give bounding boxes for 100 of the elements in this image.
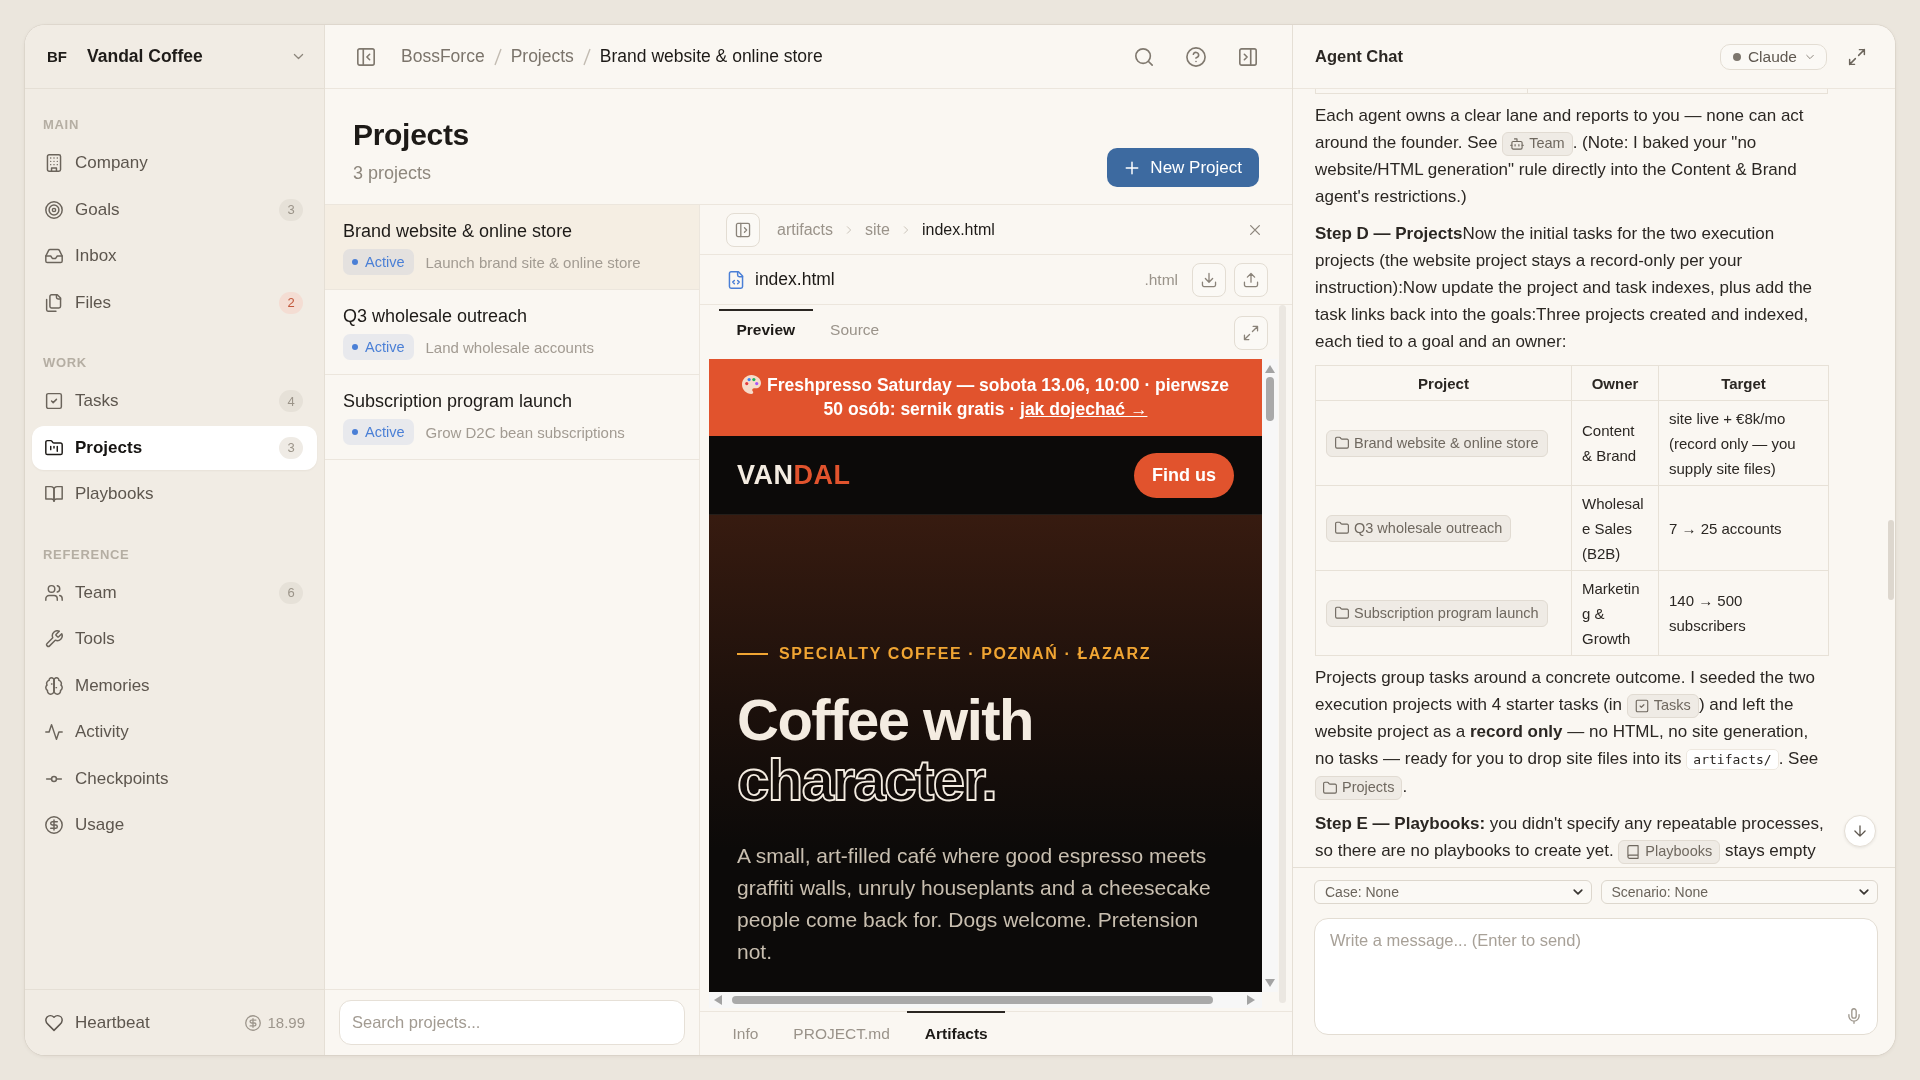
- folder-icon: [1335, 521, 1349, 536]
- upload-button[interactable]: [1234, 262, 1268, 297]
- project-title: Q3 wholesale outreach: [343, 305, 528, 327]
- project-title: Subscription program launch: [343, 390, 573, 412]
- message-input[interactable]: Write a message... (Enter to send): [1314, 918, 1878, 1035]
- project-link[interactable]: Q3 wholesale outreach: [1326, 514, 1512, 542]
- file-name: index.html: [755, 269, 835, 290]
- directions-link[interactable]: jak dojechać →: [1020, 399, 1148, 419]
- nav-item[interactable]: Checkpoints: [32, 756, 317, 801]
- project-description: Land wholesale accounts: [425, 338, 594, 356]
- nav-item[interactable]: Projects 3: [32, 425, 317, 470]
- nav-item[interactable]: Tasks 4: [32, 379, 317, 423]
- pulse-icon: [45, 723, 63, 741]
- book-icon: [1626, 844, 1641, 859]
- fullscreen-button[interactable]: [1234, 316, 1268, 350]
- expand-icon[interactable]: [1848, 47, 1866, 66]
- project-link[interactable]: Brand website & online store: [1326, 429, 1548, 457]
- scroll-left-icon[interactable]: [714, 995, 722, 1005]
- workspace-switcher[interactable]: BF Vandal Coffee: [25, 25, 324, 89]
- project-list-item[interactable]: Brand website & online store Active Launch brand site & online store: [325, 205, 699, 290]
- projects-link[interactable]: Projects: [1315, 775, 1403, 800]
- scroll-right-icon[interactable]: [1247, 995, 1255, 1005]
- table-cell: 140 → 500 subscribers: [1658, 570, 1829, 656]
- nav-item[interactable]: Inbox: [32, 234, 317, 278]
- help-icon[interactable]: [1186, 46, 1206, 67]
- project-list-item[interactable]: Subscription program launch Active Grow D2C bean subscriptions: [325, 375, 699, 460]
- microphone-icon[interactable]: [1846, 1008, 1862, 1024]
- checkbox-icon: [45, 392, 63, 410]
- tab[interactable]: Preview: [719, 309, 813, 349]
- scrollbar-thumb[interactable]: [1266, 377, 1274, 421]
- breadcrumb-item: Brand website & online store: [599, 46, 823, 67]
- chat-paragraph: Step D — ProjectsNow the initial tasks for the two execution projects (the website project stays a record‑only per your instruction):Now update the project and task indexes, plus add the task links back into the goals:Three projects created and indexed, each tied to a goal and an owner:: [1315, 223, 1814, 353]
- dropdown-select[interactable]: Scenario: None: [1600, 880, 1878, 904]
- model-select[interactable]: Claude: [1719, 43, 1827, 70]
- inbox-icon: [45, 247, 63, 265]
- horizontal-scrollbar[interactable]: [709, 992, 1262, 1008]
- nav-item[interactable]: Tools: [32, 617, 317, 661]
- new-project-button[interactable]: New Project: [1107, 148, 1259, 187]
- nav-item[interactable]: Activity: [32, 710, 317, 754]
- dropdown-select[interactable]: Case: None: [1314, 880, 1592, 904]
- building-icon: [45, 154, 63, 172]
- column-header: Target: [1658, 365, 1829, 401]
- count-badge: 3: [279, 436, 303, 459]
- project-title: Brand website & online store: [343, 220, 573, 242]
- column-header: Owner: [1571, 365, 1659, 401]
- scrollbar-thumb[interactable]: [1279, 305, 1286, 1003]
- scroll-down-icon[interactable]: [1265, 979, 1275, 987]
- nav-item[interactable]: Company: [32, 141, 317, 185]
- count-badge: 3: [279, 198, 303, 221]
- search-field[interactable]: Search projects...: [339, 1000, 685, 1045]
- panel-toggle-icon[interactable]: [1238, 46, 1258, 67]
- table-cell: Marketing & Growth: [1571, 570, 1659, 656]
- files-icon: [45, 293, 63, 312]
- nav-item[interactable]: Team 6: [32, 570, 317, 615]
- project-link[interactable]: Subscription program launch: [1326, 599, 1548, 627]
- workspace-name: Vandal Coffee: [87, 46, 203, 67]
- project-list-item[interactable]: Q3 wholesale outreach Active Land wholesale accounts: [325, 290, 699, 375]
- people-icon: [45, 583, 63, 602]
- nav-item[interactable]: Playbooks: [32, 472, 317, 516]
- breadcrumb-item[interactable]: BossForce: [401, 46, 485, 67]
- panel-title: Agent Chat: [1315, 47, 1403, 66]
- page-title: Projects: [353, 117, 469, 153]
- table-cell: 7 → 25 accounts: [1658, 485, 1829, 571]
- scrollbar-thumb[interactable]: [732, 996, 1213, 1004]
- sidebar-toggle-icon[interactable]: [356, 46, 376, 67]
- nav-item[interactable]: Memories: [32, 663, 317, 708]
- code-file-icon: [727, 270, 745, 289]
- download-icon: [1201, 271, 1217, 288]
- hero-intro: A small, art-filled café where good espresso meets graffiti walls, unruly houseplants and a cheesecake people come back for. Dogs welcome. Pretension not.: [737, 843, 1212, 965]
- workspace-initials: BF: [47, 48, 67, 65]
- scroll-up-icon[interactable]: [1265, 365, 1275, 373]
- nav-item[interactable]: Files 2: [32, 280, 317, 325]
- heart-icon: [45, 1013, 63, 1032]
- team-link[interactable]: Team: [1502, 131, 1573, 156]
- heartbeat-item[interactable]: Heartbeat: [45, 1008, 150, 1037]
- target-icon: [45, 200, 63, 219]
- file-tree-toggle-button[interactable]: [726, 212, 760, 247]
- vertical-scrollbar[interactable]: [1262, 359, 1278, 992]
- sidebar-panel-icon: [735, 221, 751, 238]
- table-cell: Content & Brand: [1571, 400, 1659, 486]
- playbooks-link[interactable]: Playbooks: [1618, 839, 1721, 864]
- scroll-to-bottom-button[interactable]: [1844, 815, 1876, 847]
- status-text: Active: [365, 254, 405, 270]
- count-badge: 2: [279, 291, 303, 314]
- find-us-button[interactable]: Find us: [1134, 452, 1234, 498]
- download-button[interactable]: [1192, 262, 1226, 297]
- nav-item[interactable]: Usage: [32, 803, 317, 847]
- brand-logo: VANDAL: [737, 459, 851, 491]
- robot-icon: [1510, 136, 1525, 151]
- chat-paragraph: Each agent owns a clear lane and reports to you — none can act around the founder. See Team . (Note: I baked your "no website/HTML generation" rule directly into the Content & Brand agent's restrictions.): [1315, 105, 1805, 208]
- tab[interactable]: Artifacts: [907, 1011, 1006, 1054]
- scrollbar-thumb[interactable]: [1888, 520, 1894, 600]
- search-icon[interactable]: [1134, 46, 1154, 67]
- table-cell: site live + €8k/mo (record only — you supply site files): [1658, 400, 1829, 486]
- breadcrumb-item[interactable]: Projects: [510, 46, 574, 67]
- slash-separator-icon: [493, 47, 502, 66]
- tasks-link[interactable]: Tasks: [1626, 693, 1699, 718]
- column-header: Project: [1315, 365, 1572, 401]
- palette-icon: [742, 375, 761, 394]
- nav-item[interactable]: Goals 3: [32, 187, 317, 232]
